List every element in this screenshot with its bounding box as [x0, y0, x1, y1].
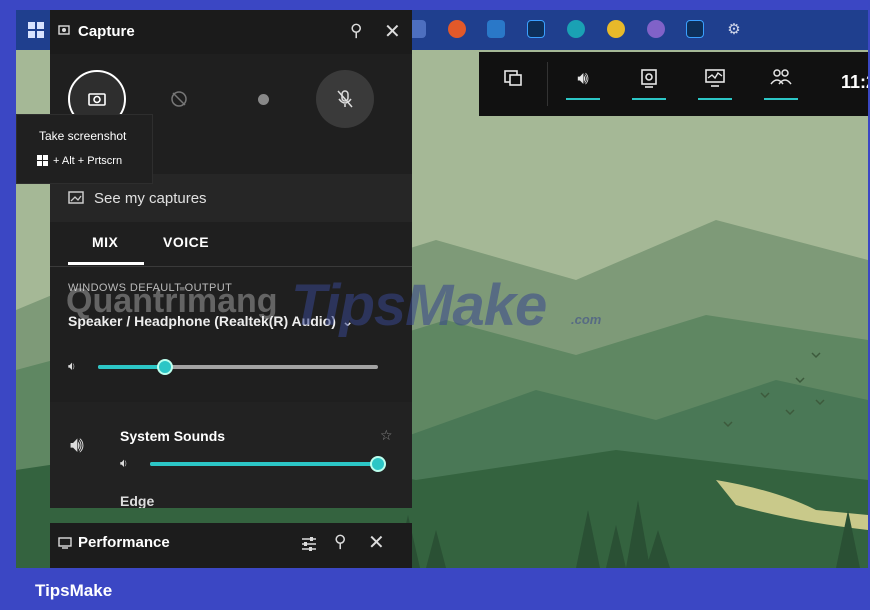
edge-icon[interactable]	[567, 20, 585, 38]
active-indicator	[698, 98, 732, 100]
chrome-icon[interactable]	[607, 20, 625, 38]
active-indicator	[566, 98, 600, 100]
clock-time: 11:2	[840, 72, 868, 92]
gamebar-toolbar: 🔊︎ 11:2	[479, 52, 868, 116]
pin-icon[interactable]: ⚲	[350, 21, 362, 41]
firefox-icon[interactable]	[448, 20, 466, 38]
widget-menu-icon	[504, 70, 522, 86]
photoshop-icon[interactable]	[527, 20, 545, 38]
screenshot-tooltip: Take screenshot + Alt + Prtscrn	[16, 114, 153, 184]
windows-key-icon	[37, 155, 49, 167]
widget-menu-button[interactable]	[488, 62, 538, 106]
viber-icon[interactable]	[647, 20, 665, 38]
social-widget-button[interactable]	[756, 62, 806, 106]
pin-icon[interactable]: ⚲	[334, 532, 346, 552]
start-recording-button[interactable]	[234, 70, 292, 128]
master-volume-thumb[interactable]	[157, 359, 173, 375]
record-last-button[interactable]	[150, 70, 208, 128]
next-app-label: Edge	[120, 493, 155, 508]
master-volume-fill	[98, 365, 165, 369]
performance-title: Performance	[78, 534, 170, 551]
speaker-icon: 🔊︎	[577, 68, 589, 89]
tab-voice[interactable]: VOICE	[163, 234, 209, 250]
performance-widget-button[interactable]	[690, 62, 740, 106]
chevron-down-icon: ⌄	[341, 314, 354, 330]
footer-banner: TipsMake	[0, 568, 870, 610]
performance-icon	[58, 537, 72, 549]
output-device-select[interactable]: Speaker / Headphone (Realtek(R) Audio) ⌄	[68, 313, 353, 330]
app-volume-section	[50, 402, 412, 508]
mail-icon[interactable]	[487, 20, 505, 38]
mic-muted-icon	[337, 90, 353, 108]
output-device-name: Speaker / Headphone (Realtek(R) Audio)	[68, 313, 336, 329]
gallery-icon	[68, 191, 84, 204]
master-volume-icon: 🔉︎	[68, 359, 76, 373]
windows-start-icon[interactable]	[28, 22, 44, 38]
active-tab-indicator	[68, 262, 144, 265]
tab-mix[interactable]: MIX	[92, 234, 118, 250]
tooltip-shortcut: + Alt + Prtscrn	[53, 155, 123, 167]
system-sounds-label: System Sounds	[120, 428, 226, 444]
record-last-icon	[171, 91, 187, 107]
capture-icon	[641, 69, 657, 88]
capture-widget-icon	[58, 25, 70, 35]
camera-icon	[88, 93, 106, 106]
settings-sliders-icon[interactable]	[300, 535, 318, 553]
settings-gear-icon[interactable]: ⚙	[725, 20, 743, 38]
see-my-captures-label: See my captures	[94, 190, 207, 207]
output-section-label: WINDOWS DEFAULT OUTPUT	[68, 282, 233, 294]
capture-widget-button[interactable]	[624, 62, 674, 106]
active-indicator	[632, 98, 666, 100]
favorite-star-icon[interactable]: ☆	[380, 428, 393, 444]
close-icon[interactable]: ✕	[384, 19, 401, 43]
audio-widget-button[interactable]: 🔊︎	[558, 62, 608, 106]
mic-toggle-button[interactable]	[316, 70, 374, 128]
divider	[50, 266, 412, 267]
photoshop-icon-2[interactable]	[686, 20, 704, 38]
performance-monitor-icon	[705, 69, 725, 87]
record-dot-icon	[257, 93, 269, 105]
performance-widget: Performance ⚲ ✕	[50, 523, 412, 568]
capture-title: Capture	[78, 23, 135, 40]
tooltip-title: Take screenshot	[39, 129, 127, 143]
toolbar-separator	[547, 62, 548, 106]
people-icon	[770, 69, 792, 85]
system-sounds-thumb[interactable]	[370, 456, 386, 472]
active-indicator	[764, 98, 798, 100]
close-icon[interactable]: ✕	[368, 530, 385, 554]
footer-brand: TipsMake	[35, 581, 113, 600]
capture-widget: Capture ⚲ ✕ See my captures MIX VOICE WI…	[50, 10, 412, 508]
system-sounds-fill	[150, 462, 378, 466]
system-sounds-volume-icon: 🔉︎	[120, 456, 128, 470]
capture-header: Capture ⚲ ✕	[50, 10, 412, 54]
system-sounds-speaker-icon: 🔊︎	[70, 433, 84, 458]
desktop-screenshot: ⚙ 🔊︎ 11:2 Capture ⚲ ✕	[16, 10, 868, 568]
